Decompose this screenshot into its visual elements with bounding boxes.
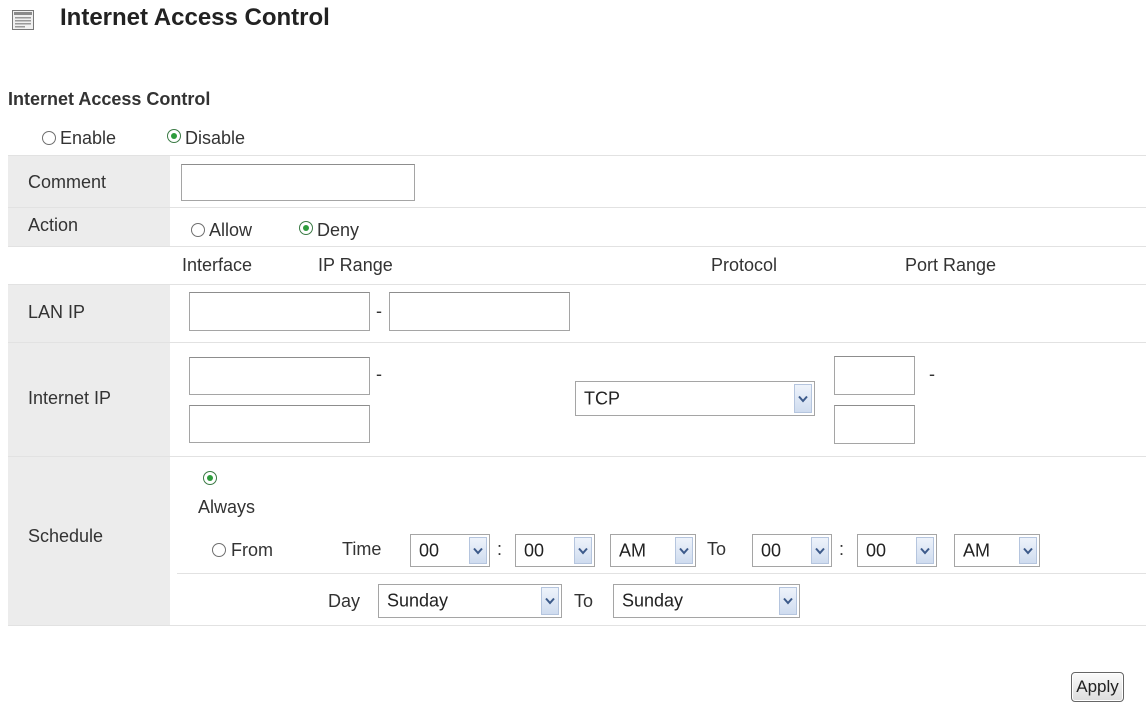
- from-day-select[interactable]: Sunday: [378, 584, 562, 618]
- page-icon: [12, 10, 34, 30]
- chevron-down-icon[interactable]: [541, 587, 559, 615]
- to-ampm-value: AM: [963, 540, 990, 560]
- chevron-down-icon[interactable]: [1019, 537, 1037, 564]
- chevron-down-icon[interactable]: [794, 384, 812, 413]
- internet-ip-separator: -: [376, 364, 382, 384]
- time-to-label: To: [707, 539, 727, 559]
- chevron-down-icon[interactable]: [469, 537, 487, 564]
- apply-button[interactable]: Apply: [1071, 672, 1124, 702]
- internet-ip-label: Internet IP: [28, 388, 112, 408]
- to-minute-value: 00: [866, 540, 887, 560]
- column-port-range: Port Range: [905, 255, 997, 275]
- from-ampm-value: AM: [619, 540, 646, 560]
- port-separator: -: [929, 364, 935, 384]
- always-label: Always: [198, 497, 256, 517]
- column-ip-range: IP Range: [318, 255, 393, 275]
- to-hour-value: 00: [761, 540, 782, 560]
- from-minute-select[interactable]: 00: [515, 534, 595, 567]
- to-hour-select[interactable]: 00: [752, 534, 832, 567]
- from-minute-value: 00: [524, 540, 545, 560]
- action-label: Action: [28, 215, 79, 235]
- to-day-value: Sunday: [622, 590, 684, 611]
- column-interface: Interface: [182, 255, 253, 275]
- time-label: Time: [342, 539, 382, 559]
- chevron-down-icon[interactable]: [675, 537, 693, 564]
- to-day-select[interactable]: Sunday: [613, 584, 800, 618]
- allow-radio[interactable]: [191, 223, 205, 237]
- to-ampm-select[interactable]: AM: [954, 534, 1040, 567]
- comment-input[interactable]: [181, 164, 415, 201]
- comment-label: Comment: [28, 172, 107, 192]
- chevron-down-icon[interactable]: [574, 537, 592, 564]
- from-hour-select[interactable]: 00: [410, 534, 490, 567]
- port-end-input[interactable]: [834, 405, 915, 444]
- internet-ip-end-input[interactable]: [189, 405, 370, 443]
- disable-label: Disable: [185, 128, 246, 148]
- section-title: Internet Access Control: [8, 89, 211, 109]
- enable-radio[interactable]: [42, 131, 56, 145]
- allow-label: Allow: [209, 220, 253, 240]
- deny-radio[interactable]: [299, 221, 313, 235]
- day-label: Day: [328, 591, 361, 611]
- lan-ip-label: LAN IP: [28, 302, 86, 322]
- schedule-label: Schedule: [28, 526, 104, 546]
- lan-ip-start-input[interactable]: [189, 292, 370, 331]
- from-hour-value: 00: [419, 540, 440, 560]
- page-title: Internet Access Control: [60, 4, 330, 31]
- port-start-input[interactable]: [834, 356, 915, 395]
- from-ampm-select[interactable]: AM: [610, 534, 696, 567]
- from-label: From: [231, 540, 273, 560]
- enable-label: Enable: [60, 128, 117, 148]
- from-day-value: Sunday: [387, 590, 449, 611]
- from-radio[interactable]: [212, 543, 226, 557]
- lan-ip-end-input[interactable]: [389, 292, 570, 331]
- deny-label: Deny: [317, 220, 360, 240]
- time-colon-2: :: [839, 539, 845, 559]
- chevron-down-icon[interactable]: [811, 537, 829, 564]
- chevron-down-icon[interactable]: [916, 537, 934, 564]
- disable-radio[interactable]: [167, 129, 181, 143]
- protocol-select-value: TCP: [584, 388, 620, 408]
- column-protocol: Protocol: [711, 255, 778, 275]
- always-radio[interactable]: [203, 471, 217, 485]
- time-colon-1: :: [497, 539, 503, 559]
- day-to-label: To: [574, 591, 594, 611]
- protocol-select[interactable]: TCP: [575, 381, 815, 416]
- to-minute-select[interactable]: 00: [857, 534, 937, 567]
- internet-ip-start-input[interactable]: [189, 357, 370, 395]
- chevron-down-icon[interactable]: [779, 587, 797, 615]
- lan-ip-separator: -: [376, 301, 382, 321]
